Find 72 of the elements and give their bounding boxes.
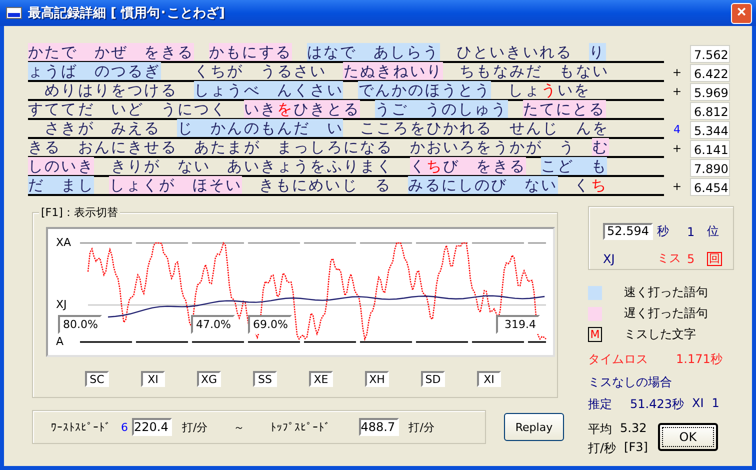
replay-button[interactable]: Replay [504, 413, 564, 441]
estimate-grade: XI [692, 396, 704, 412]
section-label: SC [85, 371, 109, 387]
legend-label: 速く打った語句 [624, 284, 708, 301]
average-label: 平均 [588, 421, 612, 438]
grade-label: XJ [603, 252, 616, 266]
seconds-unit: 秒 [657, 223, 670, 240]
typed-text-line: めりはりをつける しょうべ んくさい でんかのほうとう しょ う いを [28, 82, 664, 101]
line-mark: + [672, 180, 682, 193]
section-label: XG [197, 371, 221, 387]
time-loss-value: 1.171秒 [676, 351, 722, 368]
miss-unit: 回 [707, 252, 722, 266]
average-value: 5.32 [620, 421, 647, 437]
unit-label: 打/分 [408, 420, 434, 434]
typed-text-line: ょうば のつるぎ くちが うるさい たぬきねいり ちもなみだ もない [28, 63, 664, 82]
shortcut-key-label: [F3] [624, 440, 648, 456]
unit-label: 打/分 [182, 420, 208, 434]
rank-axis-label: XJ [56, 298, 67, 311]
rank-unit: 位 [707, 223, 720, 240]
worst-speed-field: 220.4 [132, 418, 172, 436]
estimate-label: 推定 [588, 396, 612, 413]
line-time: 5.344 [690, 121, 730, 139]
total-time-field: 52.594 [603, 223, 653, 240]
estimate-time: 51.423秒 [630, 396, 684, 413]
section-label: XI [141, 371, 165, 387]
section-label: SS [253, 371, 277, 387]
worst-speed-index: 6 [121, 420, 128, 434]
typed-text-line: だ まし しょくが ほそい きもにめいじ る みるにしのび ない く ち [28, 177, 664, 196]
line-time: 5.969 [690, 83, 730, 101]
window-icon [6, 7, 22, 19]
line-mark: + [672, 142, 682, 155]
miss-count: 5 [687, 252, 696, 266]
section-label: SD [421, 371, 445, 387]
group-title: [F1]：表示切替 [39, 205, 120, 220]
line-mark: 4 [674, 123, 680, 136]
typed-text-line: さきが みえる じ かんのもんだ い こころをひかれる せんじ んを [28, 120, 664, 139]
miss-label: ミス [657, 250, 682, 267]
graph-readout: 80.0% [58, 315, 102, 334]
section-label: XH [365, 371, 389, 387]
legend-label: ミスした文字 [624, 326, 696, 343]
window-title: 最高記録詳細 [ 慣用句･ことわざ] [28, 4, 226, 22]
section-label: XE [309, 371, 333, 387]
graph-readout: 47.0% [191, 315, 235, 334]
miss-legend-symbol: M [588, 327, 602, 342]
line-time: 6.454 [690, 178, 730, 196]
time-loss-label: タイムロス [588, 351, 648, 368]
graph-readout: 69.0% [248, 315, 292, 334]
no-miss-heading: ミスなしの場合 [588, 374, 673, 391]
line-time: 6.812 [690, 102, 730, 120]
legend-label: 遅く打った語句 [624, 305, 708, 322]
worst-speed-label: ﾜｰｽﾄｽﾋﾟｰﾄﾞ [51, 420, 111, 434]
estimate-rank: 1 [712, 396, 720, 412]
typed-text-line: かたで かぜ をきる かもにする はなで あしらう ひといきいれる り [28, 44, 664, 63]
ok-button[interactable]: OK [658, 423, 718, 451]
top-speed-label: ﾄｯﾌﾟｽﾋﾟｰﾄﾞ [270, 420, 331, 434]
graph-readout: 319.4 [496, 315, 540, 334]
line-time: 7.890 [690, 159, 730, 177]
section-label: XI [477, 371, 501, 387]
average-unit: 打/秒 [588, 440, 616, 457]
line-time: 6.422 [690, 64, 730, 82]
legend-swatch [588, 286, 602, 300]
line-mark: + [672, 66, 682, 79]
top-speed-field: 488.7 [358, 418, 399, 436]
close-button[interactable]: × [731, 2, 752, 24]
rank-axis-label: XA [56, 236, 72, 249]
line-mark: + [672, 85, 682, 98]
typed-text-line: すててだ いど うにつく いき を ひきとる うご うのしゅう たてにとる [28, 101, 664, 120]
line-time: 6.141 [690, 140, 730, 158]
rank-value: 1 [687, 224, 696, 238]
line-time: 7.562 [690, 45, 730, 63]
rank-axis-label: A [56, 335, 64, 348]
range-tilde: ～ [234, 420, 245, 434]
